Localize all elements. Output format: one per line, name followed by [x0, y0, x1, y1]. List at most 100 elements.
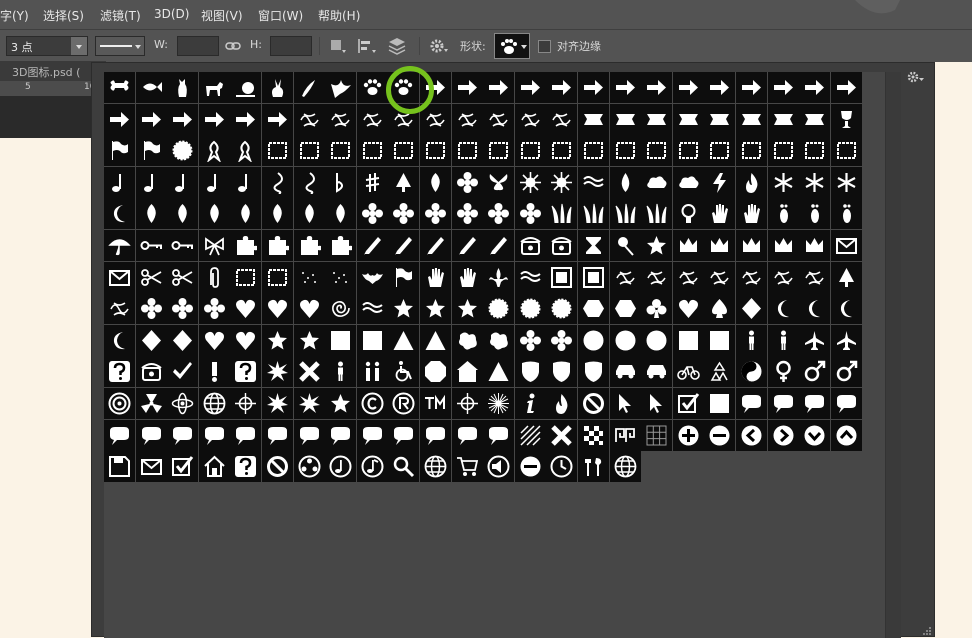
shape-cell-hand[interactable]	[736, 198, 767, 230]
shape-cell-ornament[interactable]	[799, 261, 831, 293]
shape-cell-film[interactable]	[293, 451, 325, 483]
shape-cell-flower[interactable]	[451, 198, 483, 230]
shape-cell-flag[interactable]	[135, 135, 167, 167]
shape-cell-exclaim[interactable]	[198, 356, 230, 388]
shape-cell-leaf[interactable]	[262, 198, 293, 230]
shape-cell-person[interactable]	[767, 324, 799, 356]
shape-cell-ribbon[interactable]	[230, 135, 262, 167]
shape-picker-button[interactable]	[494, 33, 530, 59]
shape-cell-tools[interactable]	[578, 451, 609, 483]
shape-cell-diamond[interactable]	[167, 324, 199, 356]
shape-cell-triangle[interactable]	[483, 356, 515, 388]
shape-cell-flower[interactable]	[420, 198, 451, 230]
shape-cell-cat[interactable]	[167, 72, 199, 103]
shape-cell-leaf[interactable]	[135, 198, 167, 230]
shape-cell-arrow[interactable]	[736, 72, 767, 103]
shape-cell-question[interactable]	[230, 356, 262, 388]
document-tab[interactable]: 3D图标.psd (	[12, 64, 80, 80]
shape-cell-key[interactable]	[135, 230, 167, 261]
shape-cell-hexagon[interactable]	[609, 293, 641, 325]
menu-view[interactable]: 视图(V)	[201, 7, 243, 24]
shape-cell-seal[interactable]	[483, 293, 515, 325]
shape-cell-diamond[interactable]	[135, 324, 167, 356]
shape-cell-leaf[interactable]	[167, 198, 199, 230]
shape-cell-male[interactable]	[830, 356, 862, 388]
shape-cell-registered[interactable]	[388, 388, 420, 419]
shape-cell-greek[interactable]	[609, 419, 641, 451]
shape-cell-pin[interactable]	[609, 230, 641, 261]
shape-cell-sunburst[interactable]	[483, 388, 515, 419]
shape-cell-rabbit[interactable]	[262, 72, 293, 103]
shape-cell-frame[interactable]	[641, 135, 673, 167]
shape-cell-hourglass[interactable]	[578, 230, 609, 261]
shape-cell-male[interactable]	[799, 356, 831, 388]
shape-cell-arrow[interactable]	[799, 72, 831, 103]
shape-cell-square[interactable]	[704, 324, 736, 356]
shape-cell-triangle[interactable]	[420, 324, 451, 356]
shape-cell-checker[interactable]	[578, 419, 609, 451]
shape-cell-flower[interactable]	[451, 166, 483, 198]
shape-cell-ornament[interactable]	[704, 261, 736, 293]
shape-cell-arrow[interactable]	[483, 72, 515, 103]
shape-cell-bow[interactable]	[198, 230, 230, 261]
shape-cell-cloud[interactable]	[641, 166, 673, 198]
shape-cell-frame[interactable]	[483, 135, 515, 167]
shape-cell-flat[interactable]	[325, 166, 357, 198]
shape-cell-ornament[interactable]	[451, 103, 483, 135]
shape-cell-bubble[interactable]	[356, 419, 388, 451]
shape-cell-pen[interactable]	[451, 230, 483, 261]
shape-cell-banner[interactable]	[578, 103, 609, 135]
shape-cell-search[interactable]	[388, 451, 420, 483]
shape-cell-sun[interactable]	[514, 166, 546, 198]
shape-cell-shield[interactable]	[514, 356, 546, 388]
shape-cell-home[interactable]	[198, 451, 230, 483]
shape-cell-hexagon[interactable]	[578, 293, 609, 325]
menu-window[interactable]: 窗口(W)	[258, 7, 303, 24]
shape-cell-star[interactable]	[420, 293, 451, 325]
shape-cell-blob[interactable]	[483, 324, 515, 356]
shape-cell-dots[interactable]	[325, 261, 357, 293]
shape-cell-flag[interactable]	[104, 135, 135, 167]
shape-cell-hand[interactable]	[704, 198, 736, 230]
shape-cell-diamond[interactable]	[736, 293, 767, 325]
shape-cell-banner[interactable]	[641, 103, 673, 135]
shape-cell-paw-print[interactable]	[356, 72, 388, 103]
gear-icon[interactable]	[428, 37, 450, 55]
menu-3d[interactable]: 3D(D)	[154, 7, 189, 21]
shape-cell-heart[interactable]	[262, 293, 293, 325]
shape-cell-moon[interactable]	[830, 293, 862, 325]
shape-cell-burst[interactable]	[262, 388, 293, 419]
shape-cell-bubble[interactable]	[830, 388, 862, 419]
stroke-type-dropdown[interactable]	[95, 36, 145, 56]
shape-cell-yin-yang[interactable]	[736, 356, 767, 388]
shape-cell-frame[interactable]	[799, 135, 831, 167]
shape-cell-person[interactable]	[736, 324, 767, 356]
shape-cell-blob[interactable]	[451, 324, 483, 356]
shape-cell-bubble[interactable]	[767, 388, 799, 419]
shape-cell-heart[interactable]	[230, 293, 262, 325]
shape-cell-leaf[interactable]	[325, 198, 357, 230]
shape-cell-info[interactable]	[514, 388, 546, 419]
shape-cell-scissors[interactable]	[167, 261, 199, 293]
shape-cell-left[interactable]	[736, 419, 767, 451]
shape-cell-check[interactable]	[167, 356, 199, 388]
shape-cell-star[interactable]	[262, 324, 293, 356]
shape-cell-checkbox[interactable]	[167, 451, 199, 483]
shape-cell-fleur[interactable]	[483, 261, 515, 293]
shape-cell-bubble[interactable]	[198, 419, 230, 451]
shape-cell-puzzle[interactable]	[230, 230, 262, 261]
shape-cell-bike[interactable]	[672, 356, 704, 388]
shape-cell-ornament[interactable]	[104, 293, 135, 325]
shape-cell-arrow[interactable]	[451, 72, 483, 103]
shape-cell-ornament[interactable]	[736, 261, 767, 293]
path-arrangement-icon[interactable]	[386, 36, 410, 56]
shape-cell-frame[interactable]	[230, 261, 262, 293]
shape-cell-lightning[interactable]	[704, 166, 736, 198]
shape-cell-flower[interactable]	[388, 198, 420, 230]
shape-cell-bubble[interactable]	[483, 419, 515, 451]
shape-cell-flower[interactable]	[167, 293, 199, 325]
shape-cell-note[interactable]	[230, 166, 262, 198]
shape-cell-no[interactable]	[578, 388, 609, 419]
shape-cell-triangle[interactable]	[388, 324, 420, 356]
shape-cell-seal[interactable]	[167, 135, 199, 167]
